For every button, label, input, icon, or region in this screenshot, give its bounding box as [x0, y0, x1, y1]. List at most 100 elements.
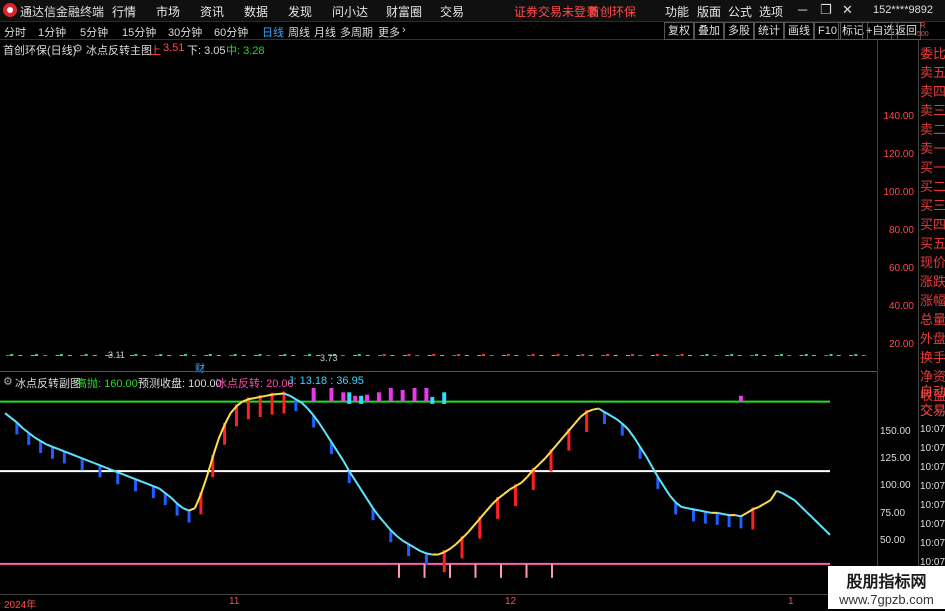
sidebar-item[interactable]: 买四 — [920, 215, 945, 234]
menu-item-news[interactable]: 资讯 — [200, 3, 224, 20]
finance-marker[interactable]: 财 — [195, 360, 205, 375]
j-curve-segment — [324, 432, 333, 443]
sidebar-item[interactable]: 买一 — [920, 158, 945, 177]
candle-mark — [407, 354, 411, 356]
price-band-mark — [551, 355, 556, 356]
sidebar-item[interactable]: 涨跌 — [920, 272, 945, 291]
j-curve-segment — [817, 522, 825, 530]
period-5min[interactable]: 5分钟 — [80, 24, 108, 40]
sidebar-time: 10:07 — [920, 500, 945, 511]
menu-item-options[interactable]: 选项 — [759, 3, 783, 20]
sub-indicator-chart[interactable] — [0, 388, 877, 593]
period-more[interactable]: 更多 — [378, 24, 400, 40]
menu-item-function[interactable]: 功能 — [665, 3, 689, 20]
sidebar-item[interactable]: 卖四 — [920, 82, 945, 101]
sidebar-item[interactable]: 卖二 — [920, 120, 945, 139]
candle-mark — [457, 354, 461, 356]
tool-f10[interactable]: F10 — [814, 22, 841, 40]
gear-icon[interactable]: ⚙ — [73, 42, 83, 55]
period-weekly[interactable]: 周线 — [288, 24, 310, 40]
sidebar-trade[interactable]: 交易 — [920, 401, 945, 420]
main-price-chart[interactable] — [0, 56, 877, 370]
period-daily[interactable]: 日线 — [262, 24, 284, 40]
signal-bar — [116, 472, 120, 485]
period-1min[interactable]: 1分钟 — [38, 24, 66, 40]
menu-item-market[interactable]: 市场 — [156, 3, 180, 20]
candle-mark — [258, 354, 262, 356]
price-band-mark — [725, 355, 730, 356]
sidebar-item[interactable]: 买五 — [920, 234, 945, 253]
sub-y-tick: 125.00 — [880, 453, 911, 464]
menu-item-wealth[interactable]: 财富圈 — [386, 3, 422, 20]
restore-icon[interactable]: ❐ — [820, 2, 832, 18]
tool-overlay[interactable]: 叠加 — [694, 22, 724, 40]
menu-item-data[interactable]: 数据 — [244, 3, 268, 20]
watermark-url: www.7gpzb.com — [839, 592, 934, 607]
price-band-mark — [353, 355, 358, 356]
price-band-mark — [254, 355, 258, 356]
price-band-mark — [266, 355, 271, 356]
buy-signal-bar — [525, 563, 528, 578]
price-band-mark — [130, 355, 134, 356]
sidebar-item[interactable]: 卖五 — [920, 63, 945, 82]
price-band-mark — [216, 355, 221, 356]
price-band-mark — [179, 355, 184, 356]
price-band-mark — [477, 355, 482, 356]
signal-bar — [727, 515, 731, 528]
sidebar-item[interactable]: 卖一 — [920, 139, 945, 158]
cyan-signal-bar — [347, 392, 352, 404]
j-curve-segment — [550, 443, 558, 453]
sidebar-item[interactable]: 换手 — [920, 348, 945, 367]
j-curve-segment — [301, 402, 309, 410]
period-30min[interactable]: 30分钟 — [168, 24, 202, 40]
login-notice[interactable]: 证券交易未登录 — [514, 3, 598, 20]
sidebar-item[interactable]: 总量 — [920, 310, 945, 329]
period-60min[interactable]: 60分钟 — [214, 24, 248, 40]
menu-item-ask[interactable]: 问小达 — [332, 3, 368, 20]
price-band-mark — [390, 355, 395, 356]
menu-item-discover[interactable]: 发现 — [288, 3, 312, 20]
period-15min[interactable]: 15分钟 — [122, 24, 156, 40]
j-curve-segment — [693, 508, 700, 512]
minimize-icon[interactable]: ─ — [798, 2, 807, 17]
chevron-right-icon[interactable]: › — [402, 24, 406, 36]
j-curve-segment — [764, 499, 772, 505]
sidebar-item[interactable]: 现价 — [920, 253, 945, 272]
close-icon[interactable]: ✕ — [842, 2, 853, 18]
gear-icon[interactable]: ⚙ — [3, 375, 13, 388]
signal-bar — [602, 412, 606, 425]
signal-bar — [258, 394, 262, 417]
menu-item-trade[interactable]: 交易 — [440, 3, 464, 20]
sidebar-item[interactable]: 卖三 — [920, 101, 945, 120]
period-monthly[interactable]: 月线 — [314, 24, 336, 40]
sidebar-item[interactable]: 涨幅 — [920, 291, 945, 310]
menu-item-layout[interactable]: 版面 — [697, 3, 721, 20]
j-curve-segment — [182, 507, 190, 512]
sidebar-item[interactable]: 买二 — [920, 177, 945, 196]
tool-adjust[interactable]: 复权 — [664, 22, 694, 40]
sidebar-item[interactable]: 外盘 — [920, 329, 945, 348]
candle-mark — [680, 354, 684, 356]
sidebar-item[interactable]: 委比 — [920, 44, 945, 63]
j-curve-segment — [223, 412, 232, 426]
sidebar-item[interactable]: 买三 — [920, 196, 945, 215]
user-account[interactable]: 152****9892 — [873, 4, 933, 16]
period-multi[interactable]: 多周期 — [340, 24, 373, 40]
price-band-mark — [799, 355, 804, 356]
signal-bar — [151, 486, 155, 499]
tool-stats[interactable]: 统计 — [754, 22, 784, 40]
tool-multistock[interactable]: 多股 — [724, 22, 754, 40]
j-curve-segment — [199, 476, 208, 495]
j-curve-segment — [336, 450, 345, 462]
sidebar-time: 10:07 — [920, 519, 945, 530]
main-y-tick: 40.00 — [888, 301, 914, 312]
period-intraday[interactable]: 分时 — [4, 24, 26, 40]
signal-bar — [703, 511, 707, 524]
tool-draw[interactable]: 画线 — [784, 22, 814, 40]
menu-item-quotes[interactable]: 行情 — [112, 3, 136, 20]
j-curve-segment — [609, 414, 617, 420]
price-band-mark — [229, 355, 234, 356]
menu-item-formula[interactable]: 公式 — [728, 3, 752, 20]
sidebar-auto[interactable]: 自动 — [920, 382, 945, 401]
cyan-signal-bar — [359, 395, 364, 404]
